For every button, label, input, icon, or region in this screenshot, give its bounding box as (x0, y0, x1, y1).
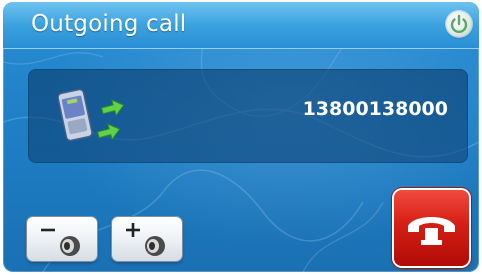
hang-up-button[interactable] (394, 190, 469, 266)
phone-number: 13800138000 (302, 98, 448, 120)
volume-down-button[interactable] (27, 217, 97, 261)
title-bar: Outgoing call (3, 2, 479, 49)
power-icon (450, 14, 468, 34)
page-title: Outgoing call (31, 11, 187, 37)
hang-up-icon (408, 217, 455, 245)
volume-up-button[interactable] (112, 217, 182, 261)
call-info-panel: 13800138000 (28, 69, 468, 163)
volume-down-icon (41, 228, 80, 256)
call-screen: Outgoing call 13800138000 (3, 2, 479, 272)
phone-outgoing-icon (58, 88, 125, 142)
power-button[interactable] (446, 11, 472, 37)
volume-up-icon (126, 223, 165, 256)
